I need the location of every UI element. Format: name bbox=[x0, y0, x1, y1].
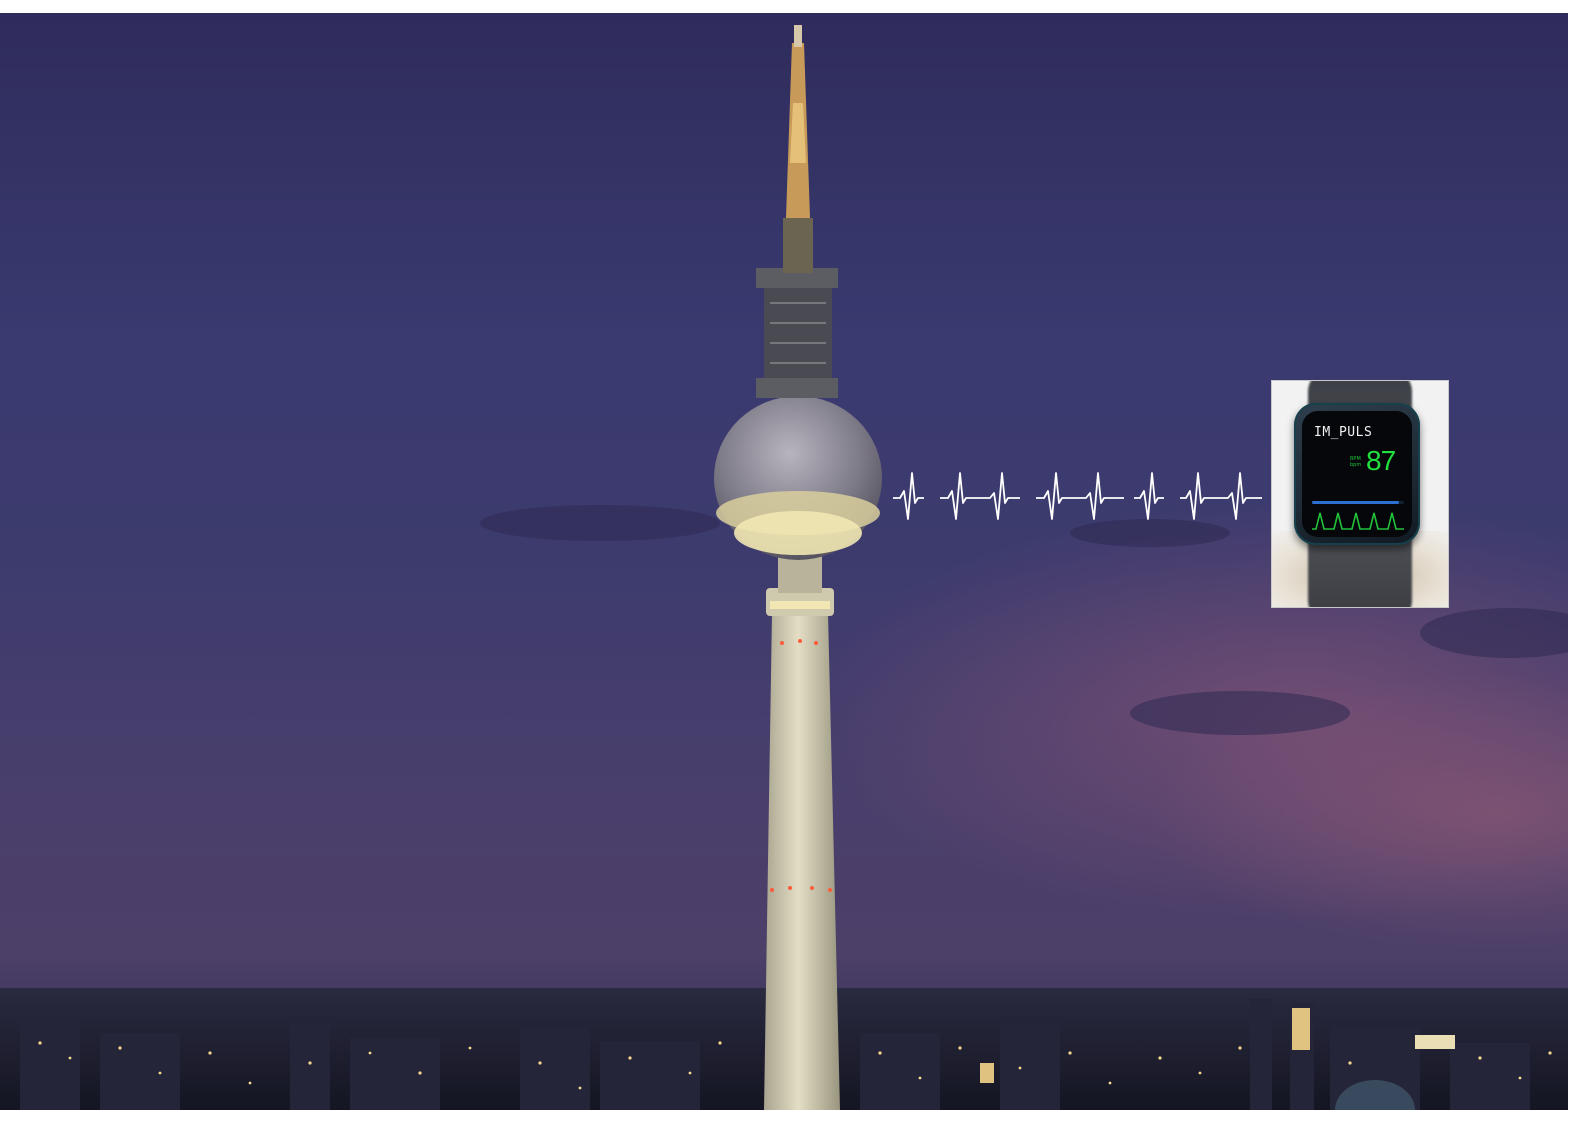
watch-progress-fill bbox=[1312, 501, 1400, 504]
bpm-unit: BPM bpm bbox=[1350, 456, 1361, 468]
watch-screen: IM_PULS BPM bpm 87 bbox=[1302, 411, 1412, 537]
bpm-unit-bottom: bpm bbox=[1350, 462, 1362, 468]
heartbeat-line-icon bbox=[893, 472, 1262, 520]
watch-progress-bar bbox=[1312, 501, 1404, 504]
background-photo: IM_PULS BPM bpm 87 bbox=[0, 13, 1568, 1110]
watch-case: IM_PULS BPM bpm 87 bbox=[1294, 403, 1420, 545]
bpm-value: 87 bbox=[1366, 445, 1396, 476]
tv-tower bbox=[714, 25, 882, 1110]
watch-app-title: IM_PULS bbox=[1314, 425, 1373, 440]
pulse-wave-icon bbox=[1312, 512, 1404, 530]
smartwatch-photo: IM_PULS BPM bpm 87 bbox=[1271, 380, 1449, 608]
